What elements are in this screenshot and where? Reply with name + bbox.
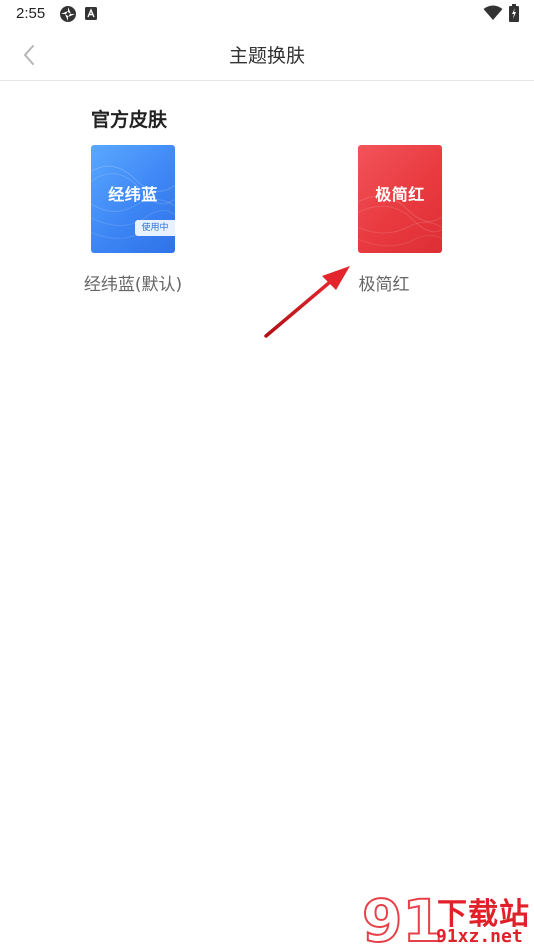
red-arrow-annotation [264, 266, 350, 338]
in-use-badge: 使用中 [135, 220, 175, 236]
wifi-icon [483, 5, 503, 20]
battery-icon [509, 4, 519, 22]
status-time: 2:55 [16, 5, 46, 22]
skin-caption-blue[interactable]: 经纬蓝(默认) [70, 270, 196, 295]
status-bar: 2:55 [0, 0, 534, 30]
status-app-icon [60, 6, 76, 22]
skin-card-label: 经纬蓝 [108, 185, 158, 204]
skin-card-red[interactable]: 极简红 [358, 145, 442, 253]
skin-card-label: 极简红 [375, 185, 425, 204]
notification-a-icon [85, 7, 97, 20]
section-title: 官方皮肤 [91, 109, 168, 131]
watermark-logo-digits: 91 [362, 887, 443, 950]
skin-card-blue[interactable]: 经纬蓝 使用中 [91, 145, 175, 253]
app-header: 主题换肤 [0, 30, 534, 81]
watermark-url: 91xz.net [436, 926, 523, 947]
page-title: 主题换肤 [228, 45, 305, 67]
